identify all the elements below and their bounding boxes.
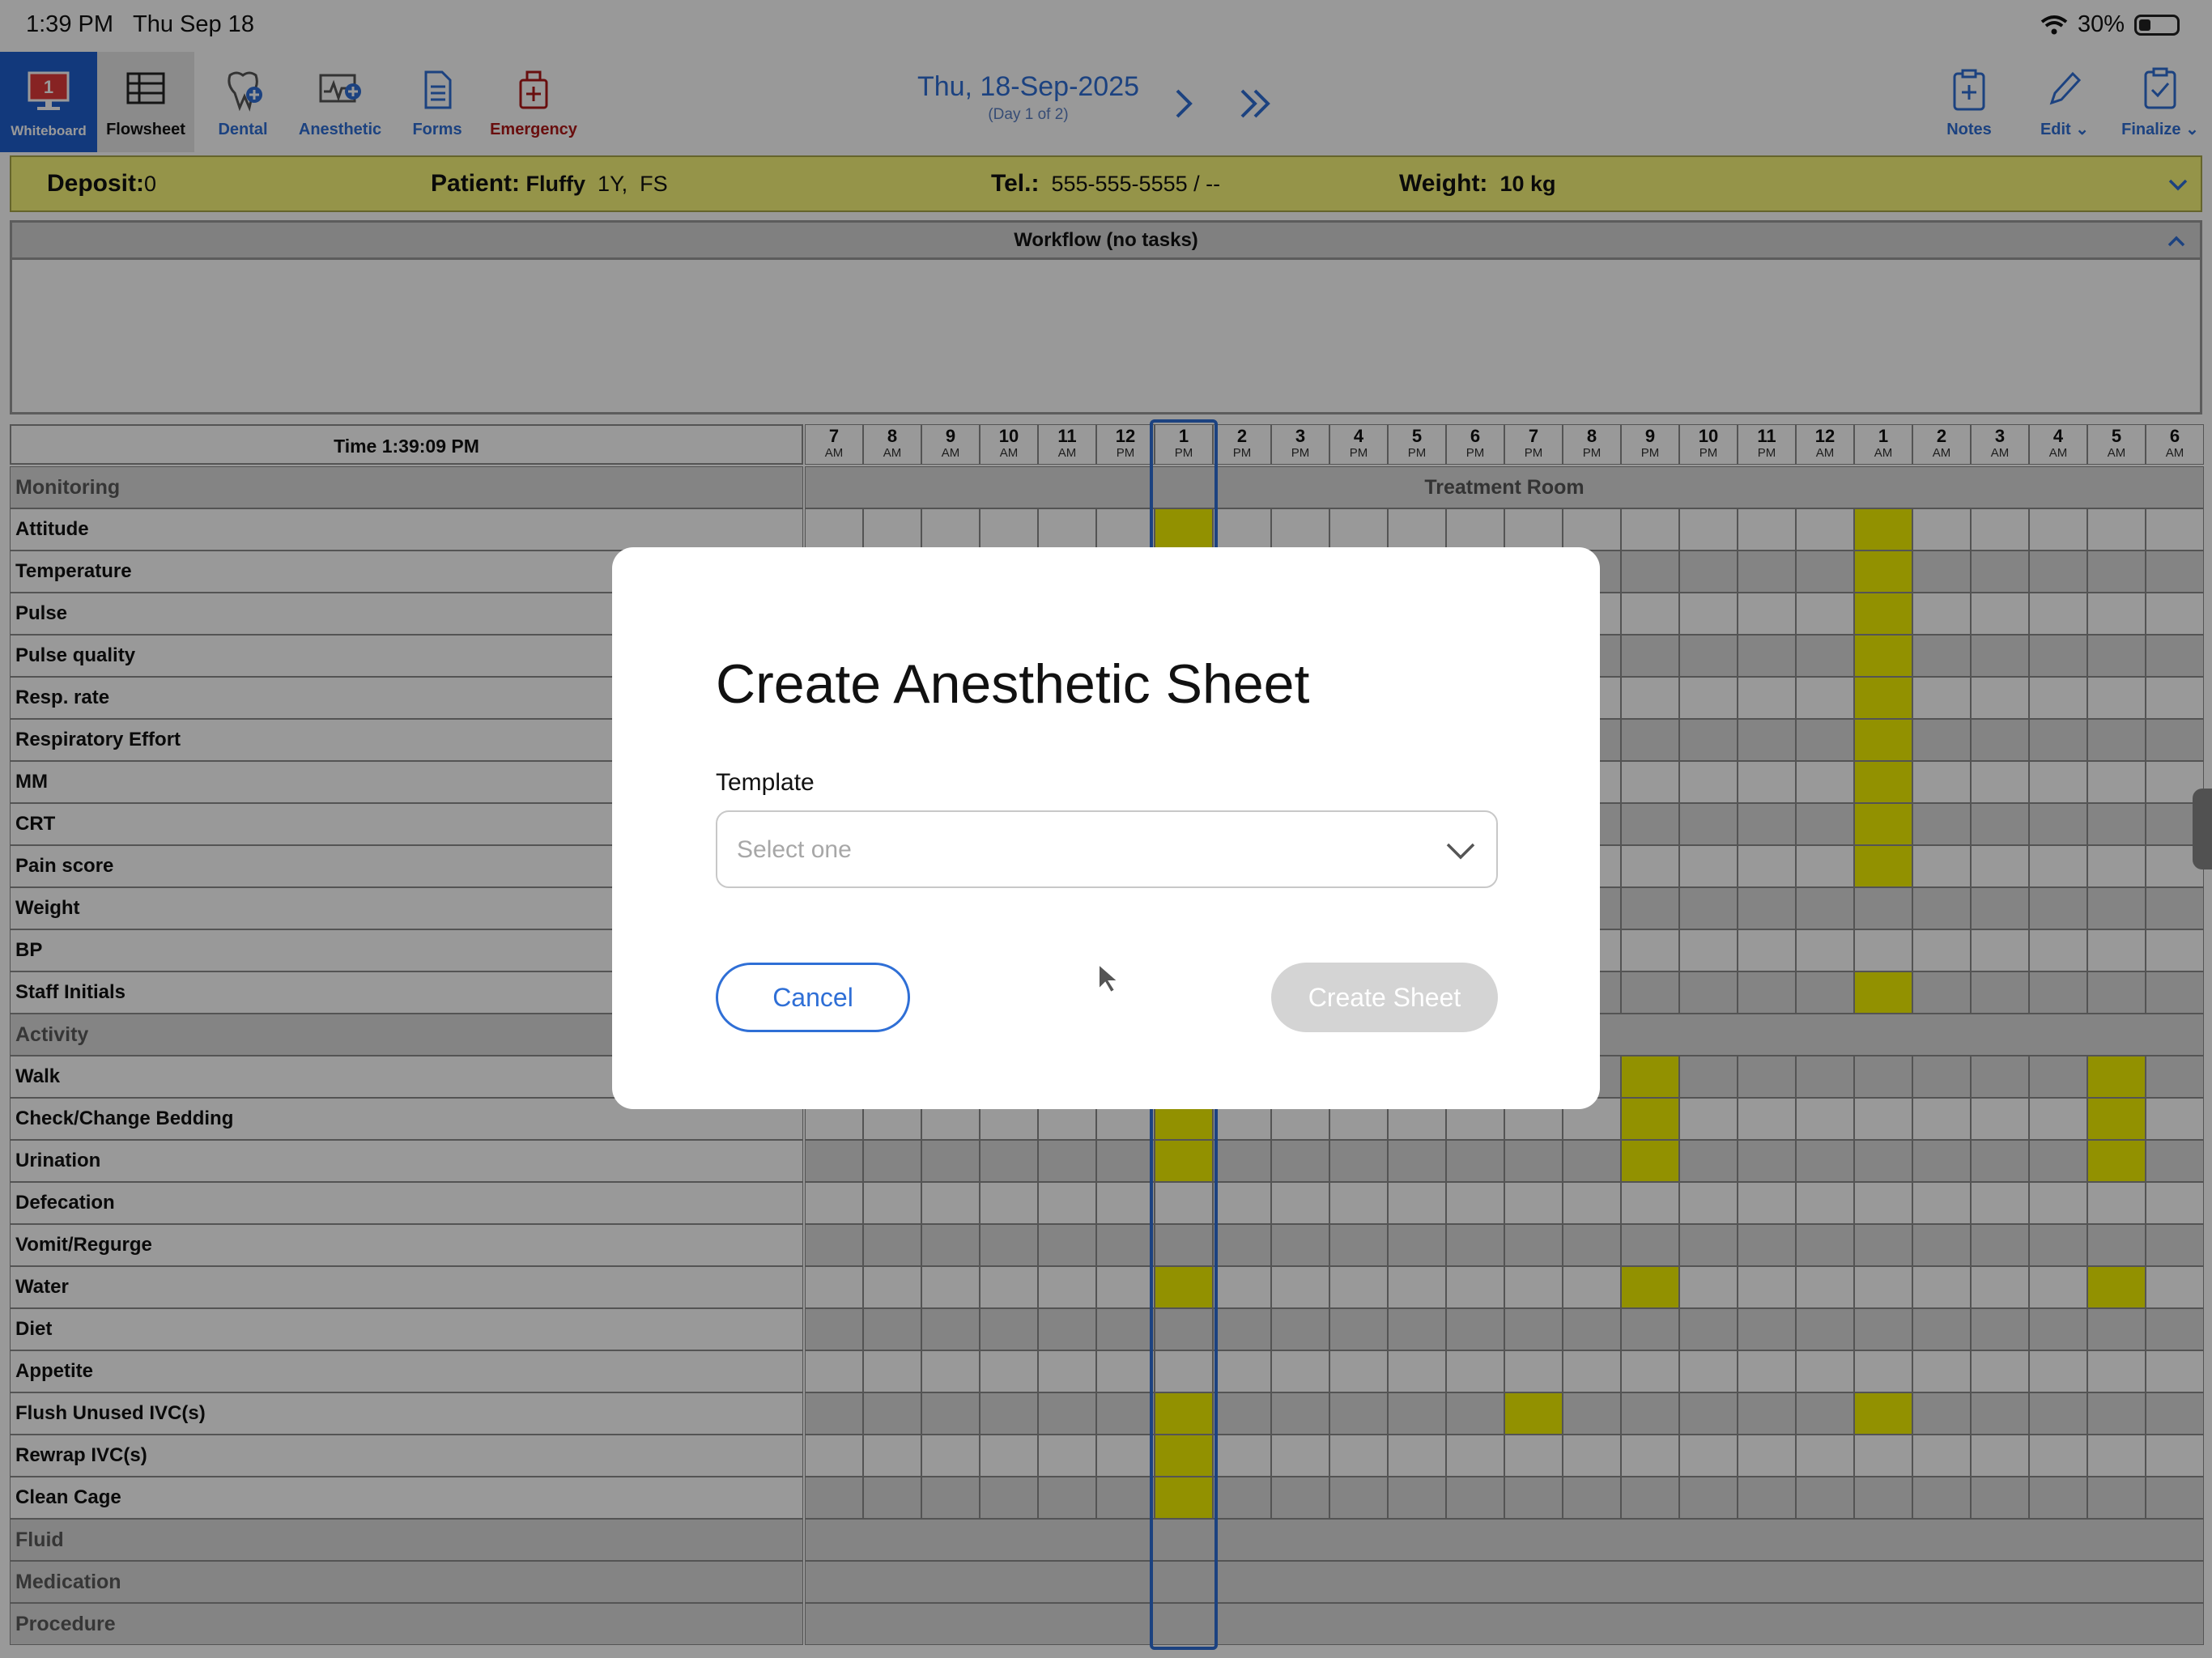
- create-anesthetic-sheet-dialog: Create Anesthetic Sheet Template Select …: [612, 547, 1600, 1109]
- template-placeholder: Select one: [737, 836, 852, 863]
- create-sheet-button[interactable]: Create Sheet: [1271, 963, 1498, 1032]
- pointer-cursor-icon: [1098, 962, 1121, 994]
- template-label: Template: [716, 769, 815, 796]
- chevron-down-icon: [1446, 843, 1475, 860]
- cancel-button[interactable]: Cancel: [716, 963, 910, 1032]
- dialog-title: Create Anesthetic Sheet: [716, 653, 1310, 715]
- template-select[interactable]: Select one: [716, 810, 1498, 888]
